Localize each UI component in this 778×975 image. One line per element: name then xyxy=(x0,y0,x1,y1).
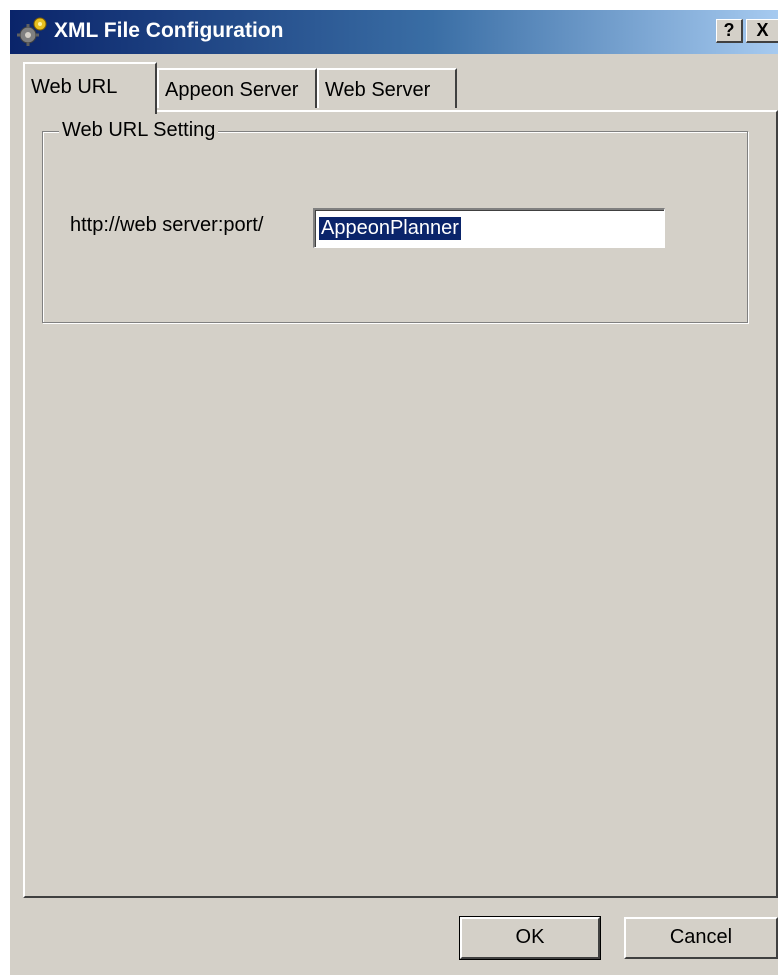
web-url-value: AppeonPlanner xyxy=(319,217,461,240)
tab-web-server[interactable]: Web Server xyxy=(317,68,457,108)
title-bar[interactable]: XML File Configuration ? X xyxy=(10,10,778,54)
help-button[interactable]: ? xyxy=(716,19,743,43)
url-prefix-label: http://web server:port/ xyxy=(70,214,264,236)
tab-panel-web-url: Web URL Setting http://web server:port/ … xyxy=(23,110,778,898)
tab-appeon-server[interactable]: Appeon Server xyxy=(157,68,317,108)
web-url-input[interactable]: AppeonPlanner xyxy=(313,208,665,248)
web-url-setting-group: Web URL Setting http://web server:port/ … xyxy=(42,119,748,323)
tab-web-url[interactable]: Web URL xyxy=(23,62,157,114)
ok-button[interactable]: OK xyxy=(459,916,601,960)
cancel-button[interactable]: Cancel xyxy=(624,917,778,959)
window-title: XML File Configuration xyxy=(54,19,284,42)
dialog-window: XML File Configuration ? X Web URL Appeo… xyxy=(8,8,778,975)
gear-icon xyxy=(17,17,47,46)
group-label: Web URL Setting xyxy=(59,119,219,142)
close-button[interactable]: X xyxy=(746,19,778,43)
